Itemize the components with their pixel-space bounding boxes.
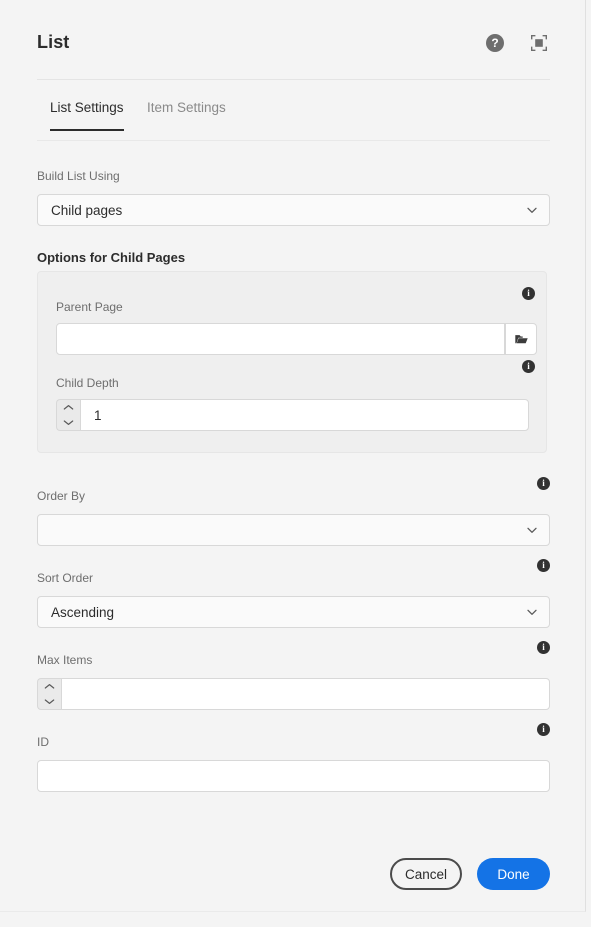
dialog-header: List ? [37, 32, 550, 80]
chevron-up-icon [63, 405, 74, 410]
done-button[interactable]: Done [477, 858, 550, 890]
parent-page-label: Parent Page [56, 300, 123, 314]
max-items-increment-button[interactable] [38, 679, 61, 694]
build-list-using-value: Child pages [51, 202, 123, 218]
fullscreen-button[interactable] [528, 32, 550, 54]
parent-page-browse-button[interactable] [505, 323, 537, 355]
id-input[interactable] [37, 760, 550, 792]
child-depth-decrement-button[interactable] [57, 415, 80, 430]
sort-order-label: Sort Order [37, 571, 94, 585]
fullscreen-select-icon [531, 35, 547, 51]
help-circle-icon: ? [486, 34, 504, 52]
order-by-select[interactable] [37, 514, 550, 546]
help-button[interactable]: ? [484, 32, 506, 54]
build-list-using-label: Build List Using [37, 169, 120, 183]
page-title: List [37, 32, 70, 52]
sort-order-value: Ascending [51, 604, 115, 620]
child-depth-stepper[interactable] [56, 399, 80, 431]
max-items-info-icon[interactable]: i [537, 641, 550, 654]
header-actions: ? [484, 32, 550, 54]
max-items-input[interactable] [61, 678, 550, 710]
chevron-down-icon [63, 420, 74, 425]
list-settings-dialog: List ? List Settings Item Settings Build… [0, 0, 586, 912]
child-depth-label: Child Depth [56, 376, 119, 390]
id-label: ID [37, 735, 49, 749]
max-items-stepper[interactable] [37, 678, 61, 710]
cancel-button[interactable]: Cancel [390, 858, 462, 890]
chevron-down-icon [526, 606, 538, 618]
settings-tabs: List Settings Item Settings [37, 100, 550, 141]
id-info-icon[interactable]: i [537, 723, 550, 736]
build-list-using-select[interactable]: Child pages [37, 194, 550, 226]
options-section-heading: Options for Child Pages [37, 250, 186, 265]
chevron-down-icon [44, 699, 55, 704]
chevron-up-icon [44, 684, 55, 689]
child-depth-value: 1 [94, 407, 102, 423]
folder-icon [514, 334, 528, 343]
max-items-label: Max Items [37, 653, 93, 667]
order-by-label: Order By [37, 489, 86, 503]
chevron-down-icon [526, 524, 538, 536]
child-depth-increment-button[interactable] [57, 400, 80, 415]
options-for-child-pages-panel: i Parent Page i Child Depth 1 [37, 271, 547, 453]
order-by-info-icon[interactable]: i [537, 477, 550, 490]
max-items-decrement-button[interactable] [38, 694, 61, 709]
sort-order-info-icon[interactable]: i [537, 559, 550, 572]
child-depth-info-icon[interactable]: i [522, 360, 535, 373]
parent-page-input[interactable] [56, 323, 505, 355]
tab-item-settings[interactable]: Item Settings [147, 100, 226, 129]
tab-list-settings[interactable]: List Settings [50, 100, 124, 131]
child-depth-input[interactable]: 1 [80, 399, 529, 431]
chevron-down-icon [526, 204, 538, 216]
sort-order-select[interactable]: Ascending [37, 596, 550, 628]
parent-page-info-icon[interactable]: i [522, 287, 535, 300]
